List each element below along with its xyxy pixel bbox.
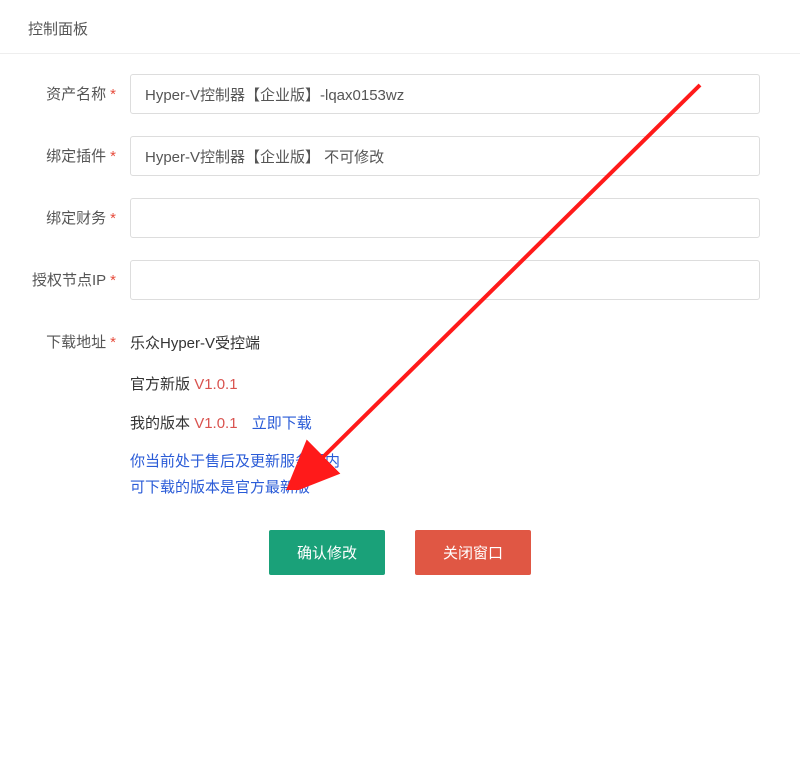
label-auth-node-ip: 授权节点IP* bbox=[20, 260, 130, 290]
service-note-line2: 可下载的版本是官方最新版 bbox=[130, 475, 780, 501]
label-asset-name-text: 资产名称 bbox=[46, 86, 106, 103]
cancel-button[interactable]: 关闭窗口 bbox=[415, 530, 531, 575]
required-asterisk: * bbox=[110, 210, 116, 227]
download-now-link[interactable]: 立即下载 bbox=[252, 415, 312, 432]
row-download: 下载地址* 乐众Hyper-V受控端 官方新版 V1.0.1 我的版本 V1.0… bbox=[20, 322, 780, 500]
input-bind-plugin[interactable] bbox=[130, 136, 760, 176]
row-bind-plugin: 绑定插件* bbox=[20, 136, 780, 176]
my-prefix: 我的版本 bbox=[130, 415, 190, 432]
download-official-line: 官方新版 V1.0.1 bbox=[130, 365, 780, 404]
label-auth-node-ip-text: 授权节点IP bbox=[32, 272, 106, 289]
label-bind-finance: 绑定财务* bbox=[20, 198, 130, 228]
input-asset-name[interactable] bbox=[130, 74, 760, 114]
label-asset-name: 资产名称* bbox=[20, 74, 130, 104]
required-asterisk: * bbox=[110, 272, 116, 289]
row-bind-finance: 绑定财务* bbox=[20, 198, 780, 238]
official-prefix: 官方新版 bbox=[130, 376, 190, 393]
official-version: V1.0.1 bbox=[194, 376, 237, 393]
label-download: 下载地址* bbox=[20, 322, 130, 352]
panel-title: 控制面板 bbox=[0, 8, 800, 54]
label-download-text: 下载地址 bbox=[46, 334, 106, 351]
my-version: V1.0.1 bbox=[194, 415, 237, 432]
label-bind-plugin-text: 绑定插件 bbox=[46, 148, 106, 165]
download-my-line: 我的版本 V1.0.1 立即下载 bbox=[130, 404, 780, 443]
service-note-line1: 你当前处于售后及更新服务期内 bbox=[130, 449, 780, 475]
form: 资产名称* 绑定插件* 绑定财务* 授权节点IP* 下载地址* bbox=[0, 54, 800, 595]
service-note: 你当前处于售后及更新服务期内 可下载的版本是官方最新版 bbox=[130, 449, 780, 500]
required-asterisk: * bbox=[110, 148, 116, 165]
download-product-title: 乐众Hyper-V受控端 bbox=[130, 324, 780, 363]
row-auth-node-ip: 授权节点IP* bbox=[20, 260, 780, 300]
input-bind-finance[interactable] bbox=[130, 198, 760, 238]
confirm-button[interactable]: 确认修改 bbox=[269, 530, 385, 575]
row-asset-name: 资产名称* bbox=[20, 74, 780, 114]
input-auth-node-ip[interactable] bbox=[130, 260, 760, 300]
required-asterisk: * bbox=[110, 86, 116, 103]
label-bind-plugin: 绑定插件* bbox=[20, 136, 130, 166]
label-bind-finance-text: 绑定财务 bbox=[46, 210, 106, 227]
download-block: 乐众Hyper-V受控端 官方新版 V1.0.1 我的版本 V1.0.1 立即下… bbox=[130, 322, 780, 500]
required-asterisk: * bbox=[110, 334, 116, 351]
button-row: 确认修改 关闭窗口 bbox=[20, 530, 780, 575]
control-panel: 控制面板 资产名称* 绑定插件* 绑定财务* 授权节点IP* bbox=[0, 0, 800, 603]
